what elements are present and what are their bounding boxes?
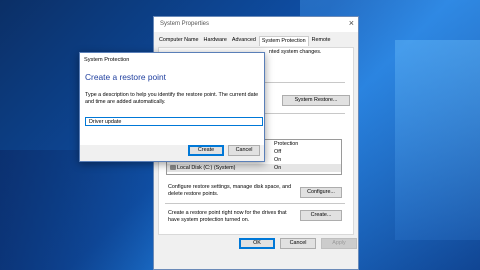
create-button[interactable]: Create bbox=[188, 145, 224, 156]
configure-button[interactable]: Configure... bbox=[300, 187, 342, 198]
divider bbox=[165, 203, 345, 204]
divider bbox=[265, 113, 345, 114]
wallpaper-light-beam bbox=[395, 40, 480, 240]
tab-strip: Computer Name Hardware Advanced System P… bbox=[157, 36, 334, 46]
dialog-title: System Protection bbox=[84, 57, 130, 63]
protection-column-header: Protection bbox=[274, 141, 299, 147]
tab-advanced[interactable]: Advanced bbox=[230, 36, 258, 46]
tab-hardware[interactable]: Hardware bbox=[202, 36, 229, 46]
window-title: System Properties bbox=[160, 21, 210, 27]
apply-button[interactable]: Apply bbox=[321, 238, 357, 249]
create-description: Create a restore point right now for the… bbox=[168, 210, 287, 223]
dialog-heading: Create a restore point bbox=[85, 72, 167, 82]
tab-system-protection[interactable]: System Protection bbox=[258, 36, 309, 46]
close-icon[interactable]: × bbox=[349, 18, 354, 28]
protection-status: On bbox=[274, 157, 282, 163]
create-restore-point-button[interactable]: Create... bbox=[300, 210, 342, 221]
configure-description: Configure restore settings, manage disk … bbox=[168, 184, 292, 197]
tab-computer-name[interactable]: Computer Name bbox=[157, 36, 201, 46]
cancel-button[interactable]: Cancel bbox=[280, 238, 316, 249]
list-item[interactable]: Local Disk (C:) (System) On bbox=[167, 164, 341, 172]
tab-remote[interactable]: Remote bbox=[310, 36, 333, 46]
drive-name: Local Disk (C:) (System) bbox=[177, 165, 236, 171]
system-restore-button[interactable]: System Restore... bbox=[282, 95, 350, 106]
dialog-description: Type a description to help you identify … bbox=[85, 92, 259, 105]
restore-point-description-input[interactable] bbox=[85, 117, 263, 126]
dialog-cancel-button[interactable]: Cancel bbox=[228, 145, 260, 156]
protection-status: Off bbox=[274, 149, 282, 155]
hard-drive-icon bbox=[170, 165, 176, 170]
dialog-titlebar[interactable]: System Protection bbox=[80, 53, 264, 67]
protection-status: On bbox=[274, 165, 282, 171]
wallpaper-shadow bbox=[0, 150, 160, 270]
ok-button[interactable]: OK bbox=[239, 238, 275, 249]
system-restore-description: nted system changes. bbox=[269, 49, 322, 55]
system-properties-titlebar[interactable]: System Properties × bbox=[154, 17, 358, 32]
create-restore-point-dialog: System Protection Create a restore point… bbox=[79, 52, 265, 162]
divider bbox=[265, 82, 345, 83]
